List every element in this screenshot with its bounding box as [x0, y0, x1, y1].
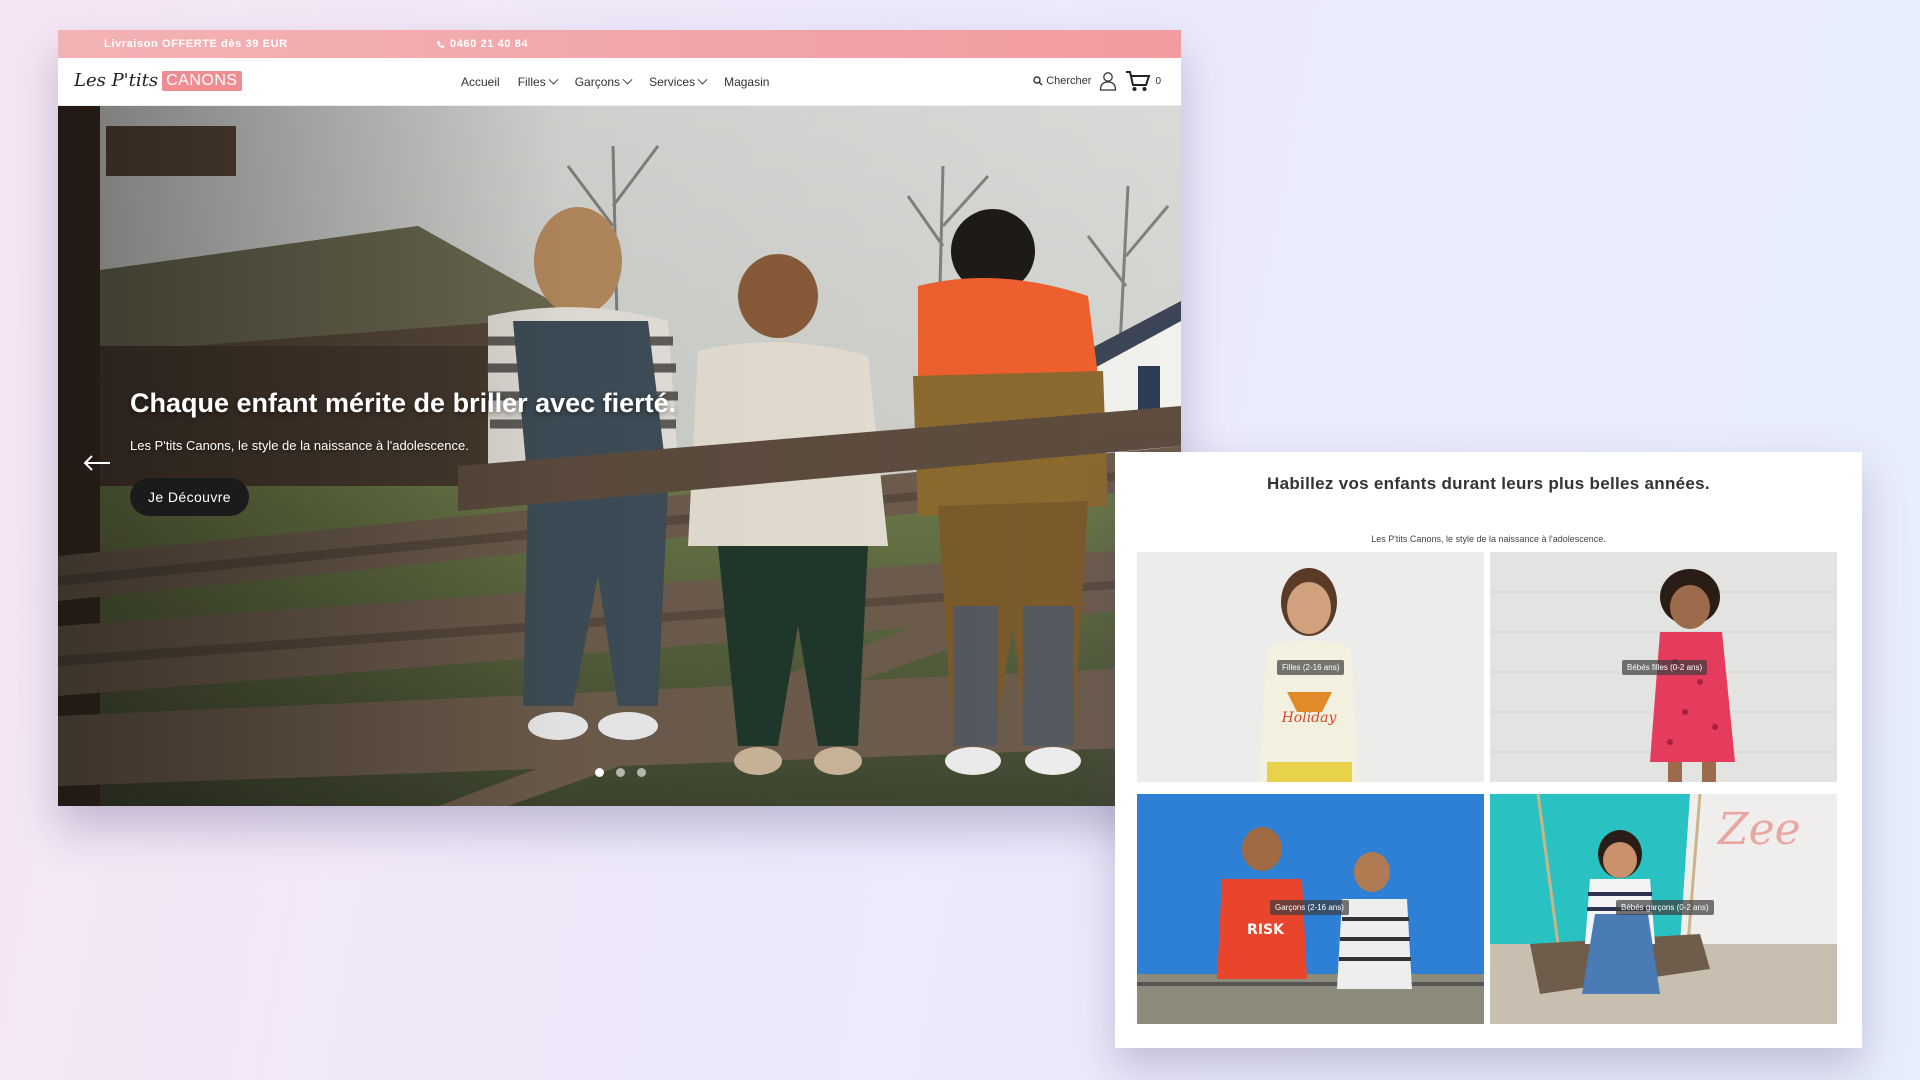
announcement-bar: Livraison OFFERTE dès 39 EUR 0460 21 40 …: [58, 30, 1181, 58]
category-label: Bébés filles (0-2 ans): [1622, 660, 1708, 675]
category-label: Bébés garçons (0-2 ans): [1616, 900, 1714, 915]
category-label: Filles (2-16 ans): [1277, 660, 1345, 675]
nav-item-label: Accueil: [461, 75, 500, 89]
hero-slider: Chaque enfant mérite de briller avec fie…: [58, 106, 1181, 806]
slider-dot-3[interactable]: [637, 768, 646, 777]
user-icon[interactable]: [1099, 71, 1117, 91]
nav-item-label: Magasin: [724, 75, 770, 89]
search-button[interactable]: Chercher: [1033, 75, 1091, 87]
nav-item-filles[interactable]: Filles: [517, 74, 559, 89]
chevron-down-icon: [548, 74, 559, 85]
arrow-left-icon[interactable]: [82, 453, 112, 473]
svg-text:Zee: Zee: [1716, 804, 1801, 855]
brand-name-part2: CANONS: [162, 70, 242, 91]
slider-dot-1[interactable]: [595, 768, 604, 777]
search-label: Chercher: [1046, 75, 1092, 87]
nav-item-label: Garçons: [574, 75, 621, 89]
category-tile-bebes-filles[interactable]: Bébés filles (0-2 ans): [1490, 552, 1837, 782]
hero-image: [58, 106, 1181, 806]
cart-icon[interactable]: [1125, 70, 1151, 92]
discover-button[interactable]: Je Découvre: [130, 478, 249, 516]
phone-icon: [436, 40, 445, 48]
hero-headline: Chaque enfant mérite de briller avec fie…: [130, 388, 677, 418]
nav-item-magasin[interactable]: Magasin: [724, 75, 769, 89]
nav-item-services[interactable]: Services: [649, 74, 708, 89]
free-shipping-promo: Livraison OFFERTE dès 39 EUR: [104, 38, 288, 50]
slider-dot-2[interactable]: [616, 768, 625, 777]
chevron-down-icon: [622, 74, 633, 85]
nav-item-garcons[interactable]: Garçons: [574, 74, 633, 89]
slider-dots: [595, 768, 646, 777]
svg-text:Holiday: Holiday: [1281, 710, 1338, 726]
phone-contact[interactable]: 0460 21 40 84: [436, 38, 528, 50]
nav-item-accueil[interactable]: Accueil: [461, 75, 500, 89]
category-tile-filles[interactable]: Holiday Filles (2-16 ans): [1137, 552, 1484, 782]
category-tile-garcons[interactable]: RISK Garçons (2-16 ans): [1137, 794, 1484, 1024]
nav-item-label: Services: [649, 75, 696, 89]
homepage-window: Livraison OFFERTE dès 39 EUR 0460 21 40 …: [58, 30, 1181, 806]
categories-title: Habillez vos enfants durant leurs plus b…: [1267, 474, 1710, 493]
chevron-down-icon: [697, 74, 708, 85]
nav-item-label: Filles: [517, 75, 546, 89]
search-icon: [1033, 76, 1043, 86]
main-navigation: Les P'tits CANONS Accueil Filles Garçons…: [58, 58, 1181, 106]
category-label: Garçons (2-16 ans): [1270, 900, 1349, 915]
svg-text:RISK: RISK: [1247, 922, 1285, 938]
cart-count: 0: [1155, 75, 1161, 87]
brand-logo[interactable]: Les P'tits CANONS: [74, 70, 242, 91]
categories-window: Habillez vos enfants durant leurs plus b…: [1115, 452, 1862, 1048]
categories-subtitle: Les P'tits Canons, le style de la naissa…: [1371, 534, 1606, 544]
category-tile-bebes-garcons[interactable]: Zee Bébés garçons (0-2 ans): [1490, 794, 1837, 1024]
brand-name-part1: Les P'tits: [74, 70, 159, 91]
hero-subtitle: Les P'tits Canons, le style de la naissa…: [130, 438, 469, 453]
phone-number: 0460 21 40 84: [450, 38, 529, 50]
header-tools: Chercher 0: [1033, 70, 1161, 92]
nav-menu: Accueil Filles Garçons Services Magasin: [461, 74, 769, 89]
